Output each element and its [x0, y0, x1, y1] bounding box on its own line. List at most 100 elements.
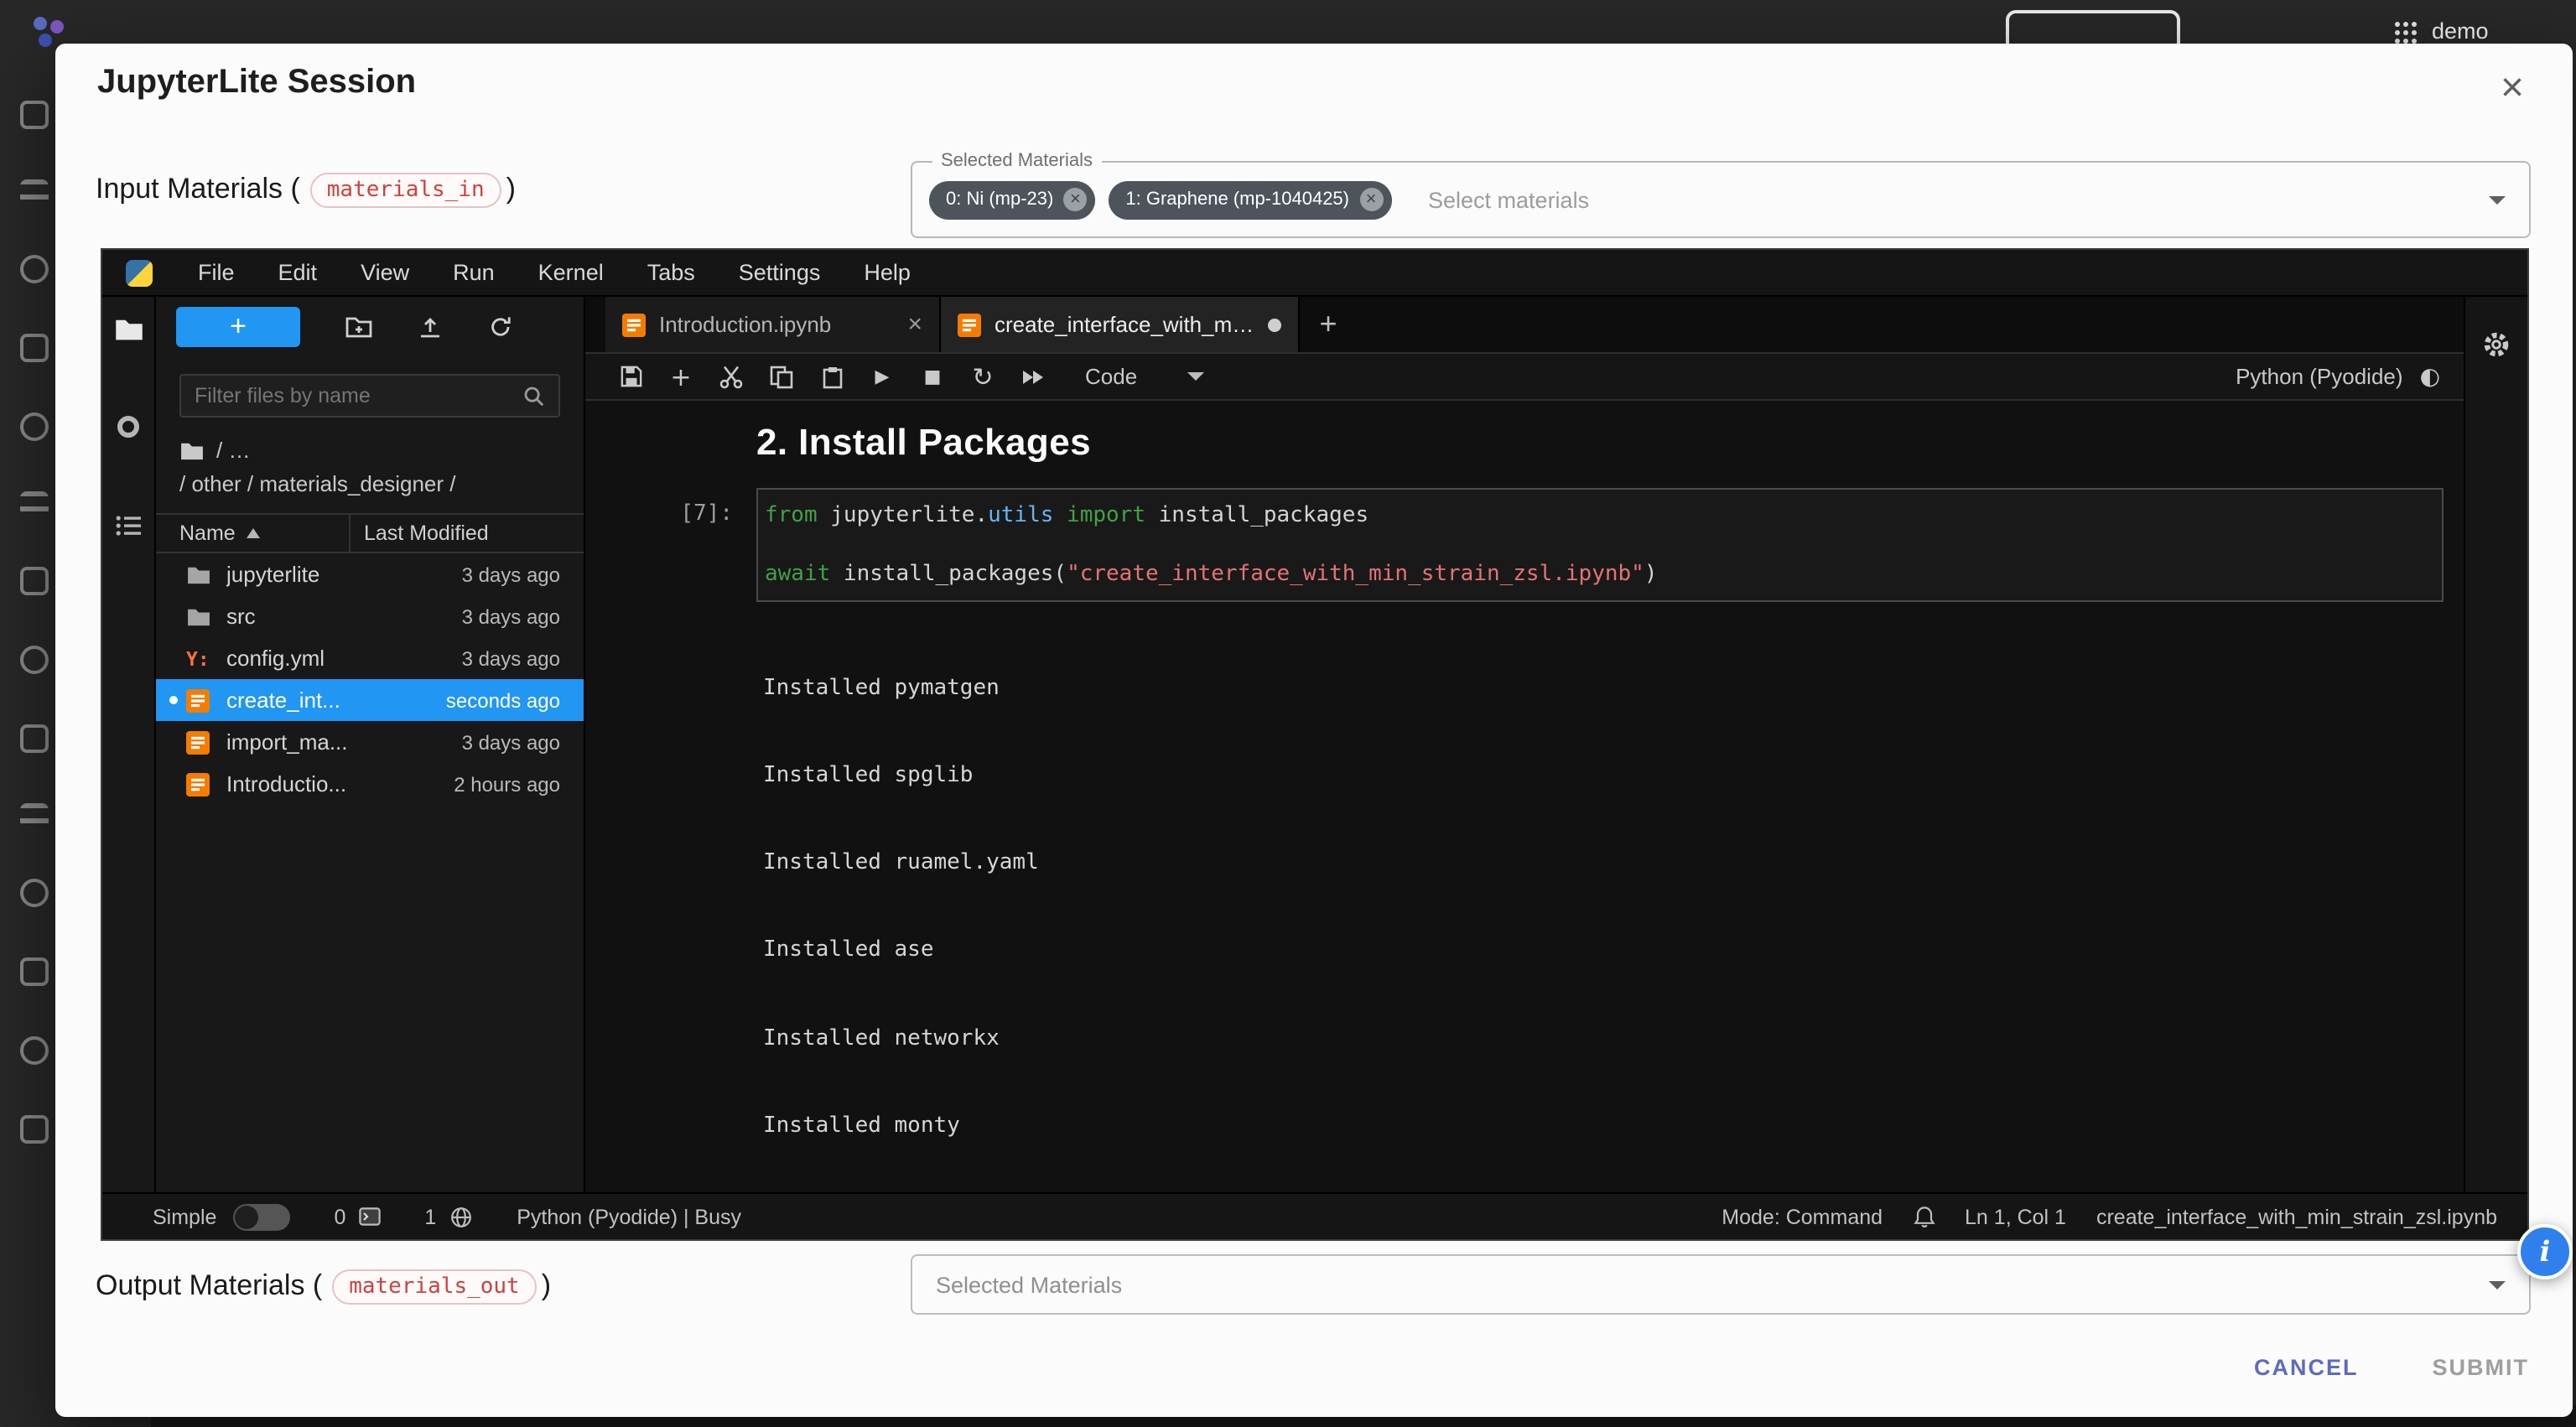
output-materials-select[interactable]: Selected Materials [911, 1254, 2531, 1315]
materials-out-chip: materials_out [332, 1269, 537, 1304]
app-sidebar-icon[interactable] [20, 1115, 49, 1144]
app-sidebar-icon[interactable] [20, 101, 49, 129]
output-line: Installed networkx [763, 1024, 2464, 1053]
file-row[interactable]: jupyterlite 3 days ago [156, 553, 584, 595]
gear-icon[interactable] [2482, 330, 2511, 359]
jupyterlab-frame: File Edit View Run Kernel Tabs Settings … [101, 248, 2529, 1241]
app-sidebar-icon[interactable] [20, 1036, 49, 1065]
code-cell[interactable]: from jupyterlite.utils import install_pa… [756, 488, 2444, 602]
file-row[interactable]: src 3 days ago [156, 595, 584, 637]
file-row-selected[interactable]: create_int... seconds ago [156, 679, 584, 721]
app-sidebar-icon[interactable] [20, 334, 49, 362]
app-sidebar-icon[interactable] [20, 957, 49, 986]
kernel-status-label[interactable]: Python (Pyodide) | Busy [517, 1205, 741, 1228]
column-last-modified[interactable]: Last Modified [349, 515, 584, 552]
file-row[interactable]: Introductio... 2 hours ago [156, 763, 584, 805]
app-sidebar-icon[interactable] [20, 803, 49, 828]
menu-run[interactable]: Run [431, 260, 517, 285]
filter-files-input[interactable] [195, 384, 523, 407]
file-list-header: Name Last Modified [156, 513, 584, 553]
file-row[interactable]: Y: config.yml 3 days ago [156, 637, 584, 679]
new-launcher-button[interactable]: + [176, 307, 300, 347]
app-sidebar-icon[interactable] [20, 179, 49, 205]
remove-chip-icon[interactable]: × [1359, 188, 1383, 211]
save-icon[interactable] [605, 366, 656, 387]
file-browser-tab-icon[interactable] [113, 317, 143, 342]
app-sidebar-icon[interactable] [20, 413, 49, 441]
file-name: config.yml [226, 646, 409, 671]
apps-grid-icon[interactable] [2395, 22, 2418, 45]
output-materials-text: Output Materials ( [96, 1269, 322, 1303]
unsaved-changes-dot[interactable] [1268, 318, 1281, 331]
menu-tabs[interactable]: Tabs [626, 260, 717, 285]
app-sidebar-icon[interactable] [20, 567, 49, 595]
material-chip[interactable]: 1: Graphene (mp-1040425) × [1109, 180, 1391, 219]
globe-icon[interactable] [449, 1205, 473, 1228]
add-tab-icon[interactable]: + [1300, 297, 1357, 352]
folder-icon[interactable] [179, 440, 205, 460]
refresh-icon[interactable] [488, 315, 513, 339]
status-bar: Simple 0 1 Python (Pyodide) | Busy Mode:… [102, 1192, 2527, 1239]
select-materials-placeholder[interactable]: Select materials [1428, 187, 1589, 212]
menu-edit[interactable]: Edit [257, 260, 340, 285]
kernel-name[interactable]: Python (Pyodide) [2236, 364, 2402, 389]
tab-label: create_interface_with_min_… [995, 312, 1254, 337]
menu-settings[interactable]: Settings [717, 260, 843, 285]
kernels-count[interactable]: 1 [424, 1205, 436, 1228]
cell-type-select[interactable]: Code [1085, 364, 1204, 389]
stop-kernel-icon[interactable]: ■ [907, 366, 958, 387]
menu-view[interactable]: View [339, 260, 431, 285]
column-name[interactable]: Name [156, 515, 349, 552]
info-button[interactable]: i [2517, 1224, 2573, 1279]
restart-kernel-icon[interactable]: ↻ [958, 361, 1008, 392]
kernel-status-icon[interactable]: ◐ [2420, 363, 2440, 390]
cut-cells-icon[interactable] [706, 365, 756, 388]
remove-chip-icon[interactable]: × [1063, 188, 1087, 211]
submit-button[interactable]: SUBMIT [2433, 1355, 2530, 1380]
simple-mode-toggle[interactable] [233, 1203, 290, 1230]
run-cell-icon[interactable]: ▶ [857, 366, 907, 387]
app-sidebar-icon[interactable] [20, 255, 49, 283]
running-sessions-icon[interactable] [117, 416, 139, 438]
breadcrumb-path[interactable]: / other / materials_designer / [179, 471, 456, 496]
copy-cells-icon[interactable] [756, 365, 807, 388]
file-row[interactable]: import_ma... 3 days ago [156, 721, 584, 763]
app-sidebar-icon[interactable] [20, 879, 49, 907]
mode-indicator[interactable]: Mode: Command [1722, 1205, 1883, 1228]
notebook-content[interactable]: 2. Install Packages [7]: from jupyterlit… [585, 401, 2464, 1192]
tab-create-interface[interactable]: create_interface_with_min_… [941, 297, 1300, 352]
material-chip[interactable]: 0: Ni (mp-23) × [929, 180, 1095, 219]
breadcrumb-root[interactable]: / … [216, 438, 250, 463]
close-tab-icon[interactable]: × [907, 310, 922, 339]
user-label[interactable]: demo [2432, 18, 2489, 44]
output-line: Installed ase [763, 937, 2464, 966]
chevron-down-icon[interactable] [2489, 196, 2506, 213]
close-icon[interactable]: × [2487, 64, 2537, 114]
right-sidebar [2464, 297, 2527, 1192]
app-sidebar-icon[interactable] [20, 491, 49, 516]
tab-introduction[interactable]: Introduction.ipynb × [605, 297, 941, 352]
terminals-count[interactable]: 0 [334, 1205, 345, 1228]
menu-file[interactable]: File [176, 260, 257, 285]
restart-run-all-icon[interactable] [1008, 368, 1058, 385]
file-list: jupyterlite 3 days ago src 3 days ago Y: [156, 553, 584, 1192]
upload-icon[interactable] [418, 315, 443, 339]
menu-kernel[interactable]: Kernel [517, 260, 626, 285]
app-sidebar-icon[interactable] [20, 724, 49, 753]
cursor-position[interactable]: Ln 1, Col 1 [1965, 1205, 2066, 1228]
notifications-icon[interactable] [1913, 1205, 1935, 1228]
chevron-down-icon[interactable] [2489, 1281, 2506, 1298]
app-sidebar-icon[interactable] [20, 646, 49, 674]
new-folder-icon[interactable] [345, 315, 372, 339]
table-of-contents-icon[interactable] [115, 515, 142, 537]
notebook-icon [186, 772, 210, 796]
selected-materials-select[interactable]: Selected Materials 0: Ni (mp-23) × 1: Gr… [911, 161, 2531, 238]
cancel-button[interactable]: CANCEL [2254, 1355, 2359, 1380]
filter-files-box[interactable] [179, 374, 560, 418]
paste-cells-icon[interactable] [807, 365, 857, 388]
terminal-icon[interactable] [359, 1207, 381, 1226]
modal-actions: CANCEL SUBMIT [2254, 1355, 2529, 1380]
menu-help[interactable]: Help [842, 260, 932, 285]
notebook-toolbar: + ▶ ■ ↻ [585, 354, 2464, 401]
insert-cell-icon[interactable]: + [656, 361, 706, 392]
